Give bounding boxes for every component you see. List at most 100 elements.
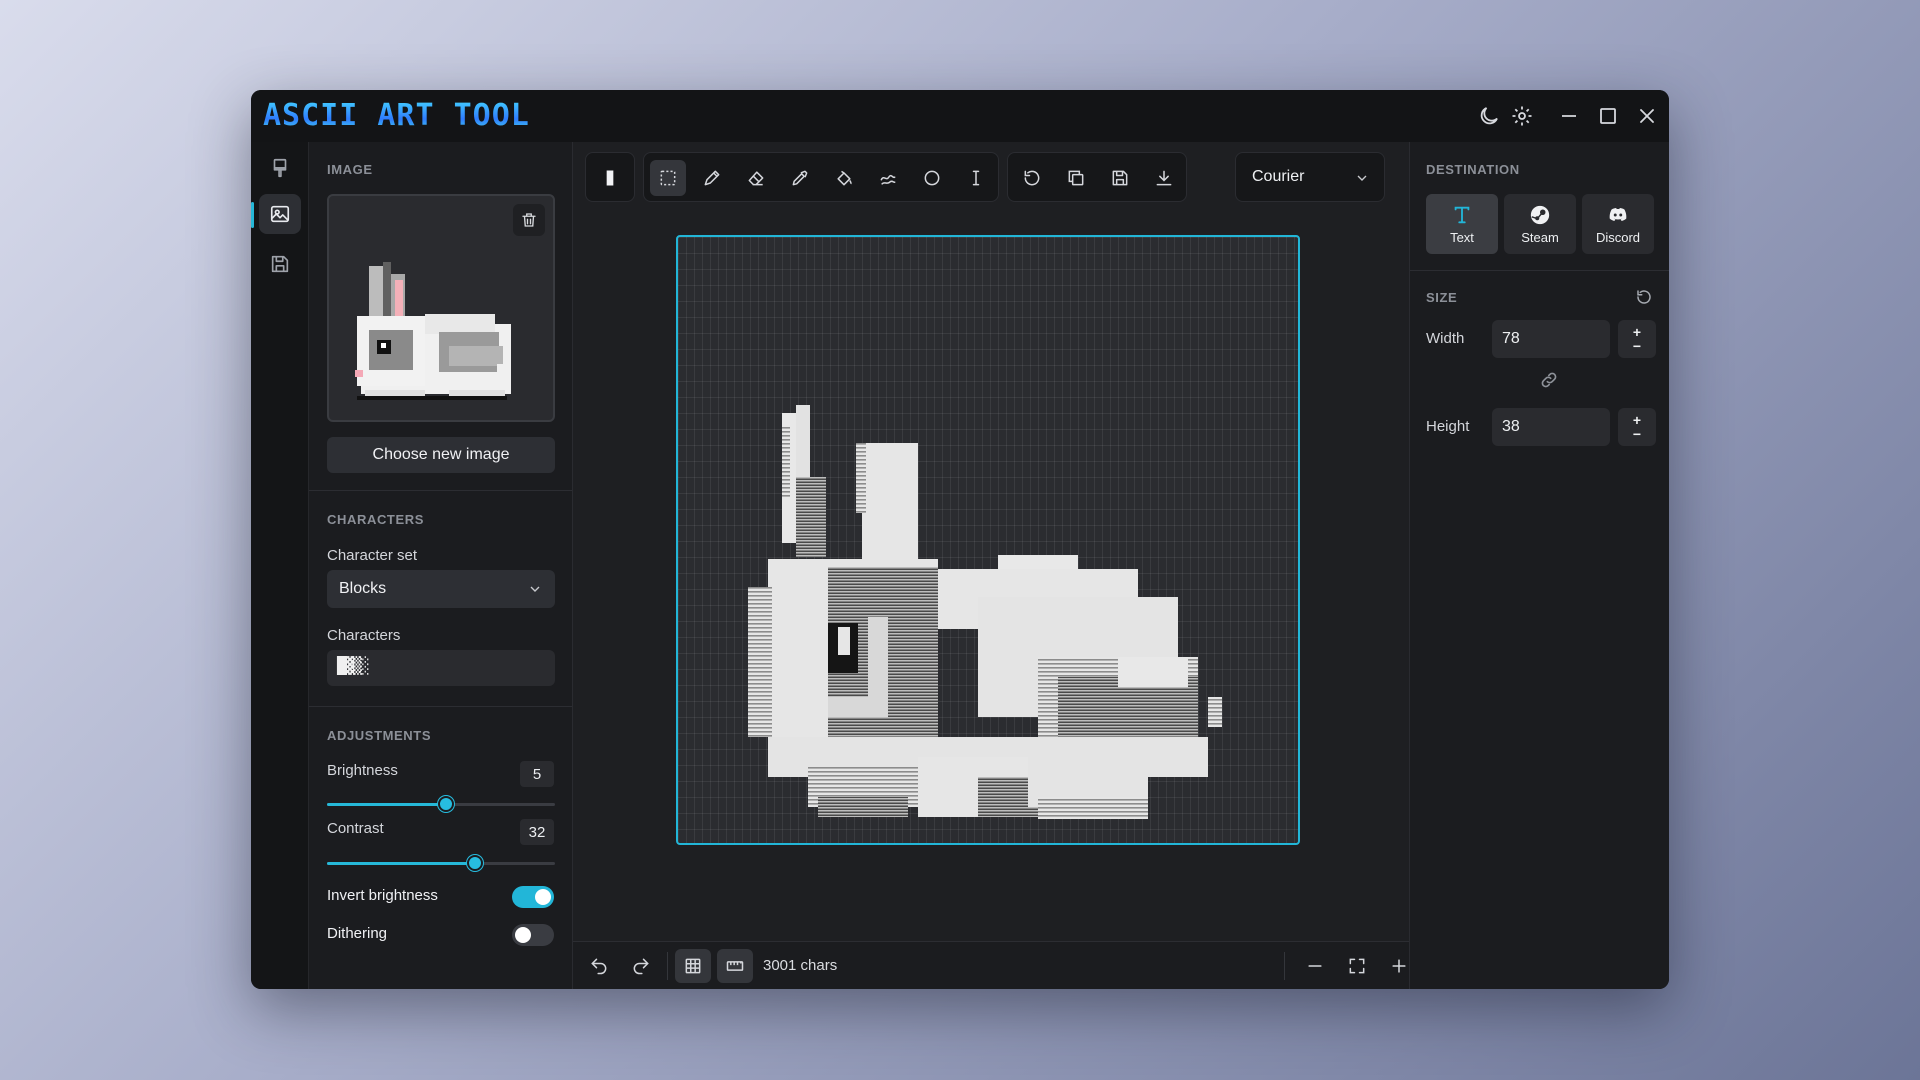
eraser-icon[interactable] (738, 160, 774, 196)
characters-label: Characters (327, 627, 401, 644)
gear-icon[interactable] (1510, 104, 1534, 128)
status-bar: 3001 chars (573, 941, 1409, 989)
text-icon (1454, 206, 1470, 223)
adjustments-section-title: ADJUSTMENTS (327, 728, 432, 743)
settings-panel: IMAGE Choose new image CHARACTERS Charac… (309, 142, 573, 989)
choose-image-button[interactable]: Choose new image (327, 437, 555, 473)
block-icon[interactable] (592, 160, 628, 196)
close-icon[interactable] (1635, 104, 1659, 128)
characters-section-title: CHARACTERS (327, 512, 424, 527)
app-logo: ASCII ART TOOL (263, 98, 530, 133)
slider-fill (327, 803, 446, 806)
grid-icon[interactable] (675, 949, 711, 983)
minimize-icon[interactable] (1557, 104, 1581, 128)
source-image-preview (327, 194, 555, 422)
copy-icon[interactable] (1058, 160, 1094, 196)
text-cursor-icon[interactable] (958, 160, 994, 196)
slider-fill (327, 862, 476, 865)
brightness-value[interactable]: 5 (520, 761, 554, 787)
editor-area: Courier 3001 chars (573, 142, 1409, 989)
circle-icon[interactable] (914, 160, 950, 196)
delete-image-button[interactable] (513, 204, 545, 236)
undo-icon[interactable] (581, 949, 617, 983)
brush-icon[interactable] (259, 148, 301, 188)
characters-value: █▓▒░ (337, 656, 370, 675)
character-set-value: Blocks (339, 580, 387, 597)
zoom-out-icon[interactable] (1297, 949, 1333, 983)
image-section-title: IMAGE (327, 162, 373, 177)
dithering-toggle[interactable] (512, 924, 554, 946)
reset-icon[interactable] (1635, 288, 1653, 306)
height-stepper[interactable]: + − (1618, 408, 1656, 446)
increment-button[interactable]: + (1633, 413, 1641, 427)
destination-discord-button[interactable]: Discord (1582, 194, 1654, 254)
contrast-slider[interactable] (327, 853, 555, 873)
active-indicator (251, 202, 254, 228)
download-icon[interactable] (1146, 160, 1182, 196)
link-icon[interactable] (1539, 370, 1559, 390)
fill-icon[interactable] (826, 160, 862, 196)
ruler-icon[interactable] (717, 949, 753, 983)
image-icon[interactable] (259, 194, 301, 234)
font-value: Courier (1252, 168, 1305, 185)
character-set-label: Character set (327, 547, 418, 564)
destination-section-title: DESTINATION (1426, 162, 1520, 177)
destination-text-button[interactable]: Text (1426, 194, 1498, 254)
trash-icon (522, 213, 536, 227)
drawing-tools (643, 152, 999, 202)
eyedropper-icon[interactable] (782, 160, 818, 196)
contrast-value[interactable]: 32 (520, 819, 554, 845)
destination-steam-button[interactable]: Steam (1504, 194, 1576, 254)
increment-button[interactable]: + (1633, 325, 1641, 339)
destination-label: Text (1450, 229, 1474, 245)
select-icon[interactable] (650, 160, 686, 196)
save-icon[interactable] (1102, 160, 1138, 196)
toggle-knob (535, 889, 551, 905)
characters-input[interactable]: █▓▒░ (327, 650, 555, 686)
separator (1284, 952, 1285, 980)
fit-screen-icon[interactable] (1339, 949, 1375, 983)
icon-rail (251, 142, 309, 989)
chevron-down-icon (530, 586, 540, 592)
steam-icon (1530, 205, 1550, 224)
redo-icon[interactable] (623, 949, 659, 983)
height-input[interactable]: 38 (1492, 408, 1610, 446)
decrement-button[interactable]: − (1633, 339, 1641, 353)
contrast-label: Contrast (327, 820, 384, 837)
divider (309, 706, 572, 707)
brightness-slider[interactable] (327, 794, 555, 814)
width-input[interactable]: 78 (1492, 320, 1610, 358)
ascii-art-output (748, 405, 1222, 819)
destination-label: Steam (1521, 229, 1559, 245)
invert-brightness-label: Invert brightness (327, 887, 438, 904)
moon-icon[interactable] (1477, 104, 1501, 128)
output-panel: DESTINATION Text Steam Discord SIZE Widt… (1409, 142, 1669, 989)
divider (309, 490, 572, 491)
rotate-icon[interactable] (1014, 160, 1050, 196)
pencil-icon[interactable] (694, 160, 730, 196)
slider-handle[interactable] (437, 796, 454, 812)
character-count: 3001 chars (763, 957, 838, 974)
brightness-label: Brightness (327, 762, 398, 779)
discord-icon (1609, 207, 1627, 221)
maximize-icon[interactable] (1596, 104, 1620, 128)
character-set-select[interactable]: Blocks (327, 570, 555, 608)
save-icon[interactable] (259, 244, 301, 284)
slider-handle[interactable] (467, 855, 484, 871)
font-select[interactable]: Courier (1236, 153, 1384, 201)
invert-brightness-toggle[interactable] (512, 886, 554, 908)
destination-label: Discord (1595, 229, 1641, 245)
ascii-canvas[interactable] (676, 235, 1300, 845)
smudge-icon[interactable] (870, 160, 906, 196)
app-window: ASCII ART TOOL IMAGE Choose new image CH… (251, 90, 1669, 989)
separator (667, 952, 668, 980)
toggle-knob (515, 927, 531, 943)
title-bar: ASCII ART TOOL (251, 90, 1669, 142)
action-tools (1007, 152, 1187, 202)
font-group: Courier (1235, 152, 1385, 202)
height-label: Height (1426, 418, 1470, 435)
width-stepper[interactable]: + − (1618, 320, 1656, 358)
decrement-button[interactable]: − (1633, 427, 1641, 441)
width-label: Width (1426, 330, 1465, 347)
mode-group (585, 152, 635, 202)
